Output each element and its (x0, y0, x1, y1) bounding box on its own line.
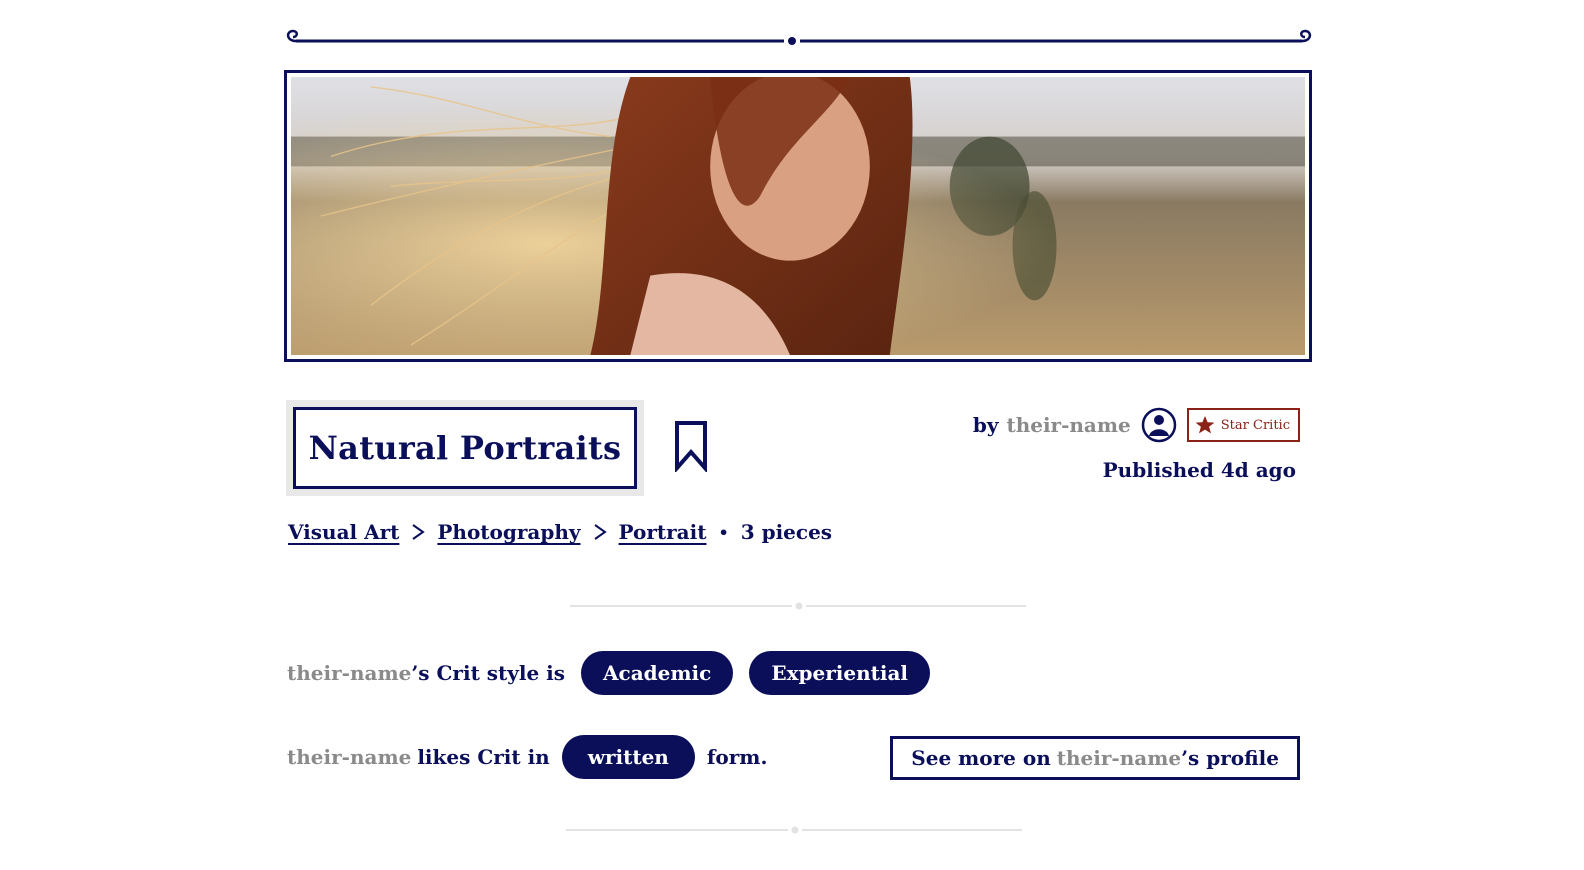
bullet-separator: • (718, 522, 729, 542)
crit-style-line: their-name ’s Crit style is Academic Exp… (287, 650, 931, 696)
portrait-photo (291, 77, 1305, 355)
breadcrumb-visual-art[interactable]: Visual Art (288, 520, 399, 544)
star-critic-badge: Star Critic (1186, 408, 1300, 442)
collection-title: Natural Portraits (308, 429, 622, 467)
author-by-label: by (972, 413, 999, 437)
crit-style-author-name[interactable]: their-name (287, 661, 411, 685)
crit-style-tag-academic[interactable]: Academic (581, 651, 734, 695)
crit-style-text: ’s Crit style is (411, 661, 566, 685)
section-divider (566, 826, 1022, 834)
crit-form-end: form. (706, 745, 768, 769)
crit-style-tag-experiential[interactable]: Experiential (749, 651, 931, 695)
author-line: by their-name Star Critic (973, 406, 1300, 444)
bookmark-icon[interactable] (674, 420, 708, 472)
user-avatar-icon[interactable] (1141, 407, 1177, 443)
top-ornament-divider (286, 29, 1312, 45)
profile-button-suffix: ’s profile (1181, 746, 1279, 770)
author-name-link[interactable]: their-name (1006, 413, 1130, 437)
crit-form-author-name[interactable]: their-name (287, 745, 411, 769)
collection-title-frame: Natural Portraits (286, 400, 644, 496)
breadcrumb-portrait[interactable]: Portrait (619, 520, 707, 544)
star-icon (1195, 416, 1215, 434)
collection-title-box: Natural Portraits (293, 407, 637, 489)
chevron-right-icon (593, 524, 607, 540)
profile-button-name: their-name (1056, 746, 1182, 770)
profile-button-prefix: See more on (911, 746, 1051, 770)
published-date: Published 4d ago (1102, 458, 1296, 482)
section-divider (570, 602, 1026, 610)
star-critic-label: Star Critic (1220, 417, 1290, 433)
hero-image (284, 70, 1312, 362)
crit-form-tag-written[interactable]: written (561, 735, 695, 779)
see-profile-button[interactable]: See more on their-name ’s profile (890, 736, 1300, 780)
breadcrumb-photography[interactable]: Photography (437, 520, 580, 544)
chevron-right-icon (412, 524, 426, 540)
piece-count: 3 pieces (740, 520, 833, 544)
breadcrumb: Visual Art Photography Portrait • 3 piec… (288, 520, 832, 544)
crit-form-line: their-name likes Crit in written form. (287, 734, 767, 780)
crit-form-text: likes Crit in (417, 745, 550, 769)
